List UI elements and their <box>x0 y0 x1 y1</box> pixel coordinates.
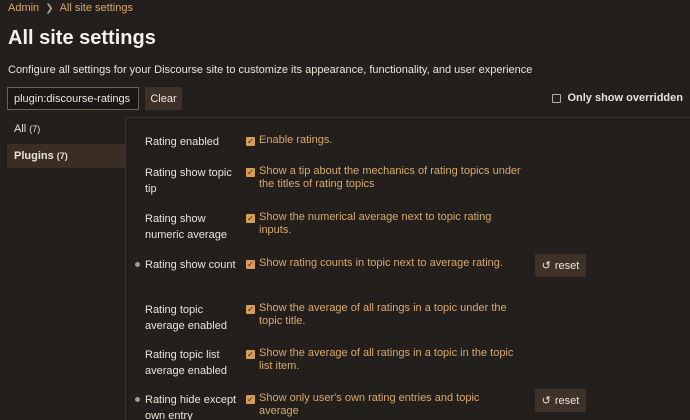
setting-description: Show a tip about the mechanics of rating… <box>259 165 521 190</box>
only-show-overridden-label: Only show overridden <box>567 92 683 104</box>
setting-row: Rating show topic tip ✓ Show a tip about… <box>126 165 596 199</box>
setting-name: Rating topic average enabled <box>145 304 227 332</box>
reset-button[interactable]: ↺ reset <box>535 389 586 412</box>
sidebar-item-count: (7) <box>56 151 68 161</box>
page-description: Configure all settings for your Discours… <box>8 64 533 76</box>
undo-icon: ↺ <box>541 395 551 407</box>
setting-checkbox[interactable]: ✓ <box>246 214 255 223</box>
breadcrumb-current-link[interactable]: All site settings <box>60 2 133 14</box>
setting-row: Rating enabled ✓ Enable ratings. <box>126 134 596 154</box>
sidebar-item-all[interactable]: All (7) <box>7 117 125 141</box>
setting-row: Rating topic average enabled ✓ Show the … <box>126 302 596 336</box>
setting-checkbox[interactable]: ✓ <box>246 137 255 146</box>
overridden-indicator <box>135 397 140 402</box>
setting-checkbox[interactable]: ✓ <box>246 168 255 177</box>
setting-description: Show only user's own rating entries and … <box>259 392 480 417</box>
reset-button[interactable]: ↺ reset <box>535 254 586 277</box>
setting-row: Rating hide except own entry ✓ Show only… <box>126 389 596 420</box>
reset-button-label: reset <box>554 259 580 272</box>
setting-name: Rating hide except own entry <box>145 394 237 420</box>
page-title: All site settings <box>8 27 156 49</box>
clear-button[interactable]: Clear <box>145 87 182 110</box>
setting-description: Show the average of all ratings in a top… <box>259 347 514 372</box>
breadcrumb: Admin ❯ All site settings <box>8 2 133 14</box>
setting-row: Rating show count ✓ Show rating counts i… <box>126 254 596 281</box>
setting-checkbox[interactable]: ✓ <box>246 260 255 269</box>
setting-checkbox[interactable]: ✓ <box>246 305 255 314</box>
sidebar-item-plugins[interactable]: Plugins (7) <box>7 144 125 168</box>
setting-description: Show the average of all ratings in a top… <box>259 302 507 327</box>
setting-checkbox[interactable]: ✓ <box>246 350 255 359</box>
setting-name: Rating enabled <box>145 136 220 148</box>
setting-description: Show the numerical average next to topic… <box>259 211 492 236</box>
settings-category-sidebar: All (7) Plugins (7) <box>7 117 125 171</box>
breadcrumb-admin-link[interactable]: Admin <box>8 2 39 14</box>
only-show-overridden-checkbox[interactable] <box>552 93 562 103</box>
setting-name: Rating show topic tip <box>145 167 232 195</box>
settings-filter-input[interactable] <box>7 87 139 110</box>
overridden-indicator <box>135 262 140 267</box>
sidebar-item-label: All <box>14 123 27 135</box>
setting-row: Rating topic list average enabled ✓ Show… <box>126 347 596 381</box>
setting-name: Rating show numeric average <box>145 213 227 241</box>
sidebar-item-label: Plugins <box>14 150 54 162</box>
sidebar-item-count: (7) <box>29 124 41 134</box>
setting-name: Rating show count <box>145 259 236 271</box>
content-divider <box>125 117 690 118</box>
setting-checkbox[interactable]: ✓ <box>246 395 255 404</box>
setting-description: Enable ratings. <box>259 134 333 146</box>
reset-button-label: reset <box>554 394 580 407</box>
undo-icon: ↺ <box>541 260 551 272</box>
setting-name: Rating topic list average enabled <box>145 349 227 377</box>
setting-row: Rating show numeric average ✓ Show the n… <box>126 211 596 245</box>
chevron-right-icon: ❯ <box>45 2 54 14</box>
setting-description: Show rating counts in topic next to aver… <box>259 257 503 269</box>
only-show-overridden-toggle[interactable]: Only show overridden <box>552 92 683 104</box>
filter-row: Clear Only show overridden <box>7 87 683 111</box>
